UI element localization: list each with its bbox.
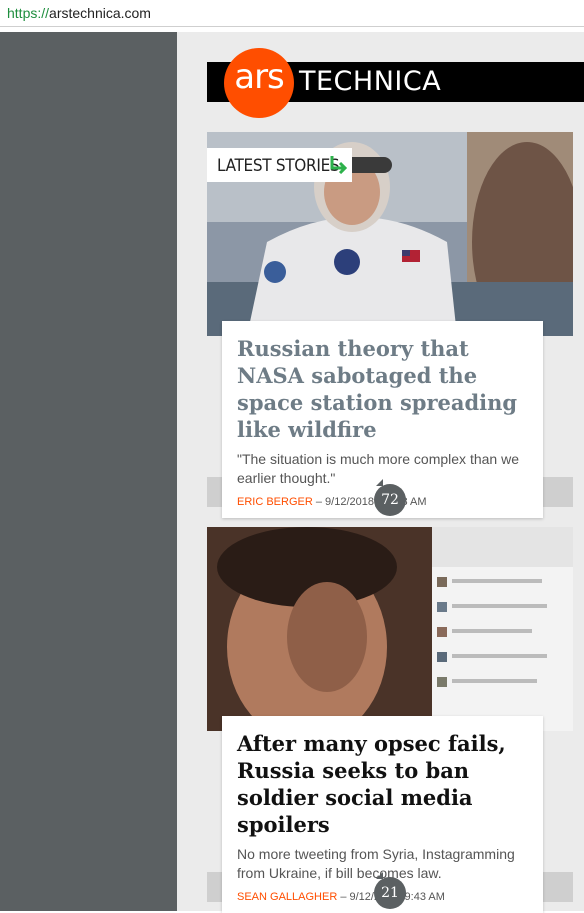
url-scheme: https:// — [7, 5, 50, 21]
url-host: arstechnica.com — [49, 5, 151, 21]
article-author[interactable]: SEAN GALLAGHER — [237, 891, 337, 903]
soldier-selfie-photo-icon — [207, 527, 573, 731]
latest-stories-text: LATEST STORIES — [217, 156, 340, 176]
url-text[interactable]: https://arstechnica.com — [7, 5, 151, 21]
address-bar[interactable]: https://arstechnica.com — [0, 0, 584, 27]
article-image-soldier[interactable] — [207, 527, 573, 731]
meta-separator: – — [337, 891, 350, 903]
logo-technica-text[interactable]: TECHNICA — [299, 66, 441, 97]
article-author[interactable]: ERIC BERGER — [237, 496, 313, 508]
article-headline[interactable]: Russian theory that NASA sabotaged the s… — [222, 321, 543, 443]
comment-count-bubble[interactable]: 72 — [374, 479, 406, 516]
article-card[interactable]: After many opsec fails, Russia seeks to … — [207, 527, 573, 913]
logo-ars-text[interactable]: ars — [224, 57, 294, 97]
meta-separator: – — [312, 496, 326, 508]
latest-stories-label[interactable]: LATEST STORIES — [207, 148, 352, 182]
article-card[interactable]: Russian theory that NASA sabotaged the s… — [207, 132, 573, 518]
article-headline[interactable]: After many opsec fails, Russia seeks to … — [222, 716, 543, 838]
comment-count-bubble[interactable]: 21 — [374, 872, 406, 909]
arrow-turn-right-icon — [330, 156, 348, 174]
left-sidebar — [0, 32, 177, 911]
